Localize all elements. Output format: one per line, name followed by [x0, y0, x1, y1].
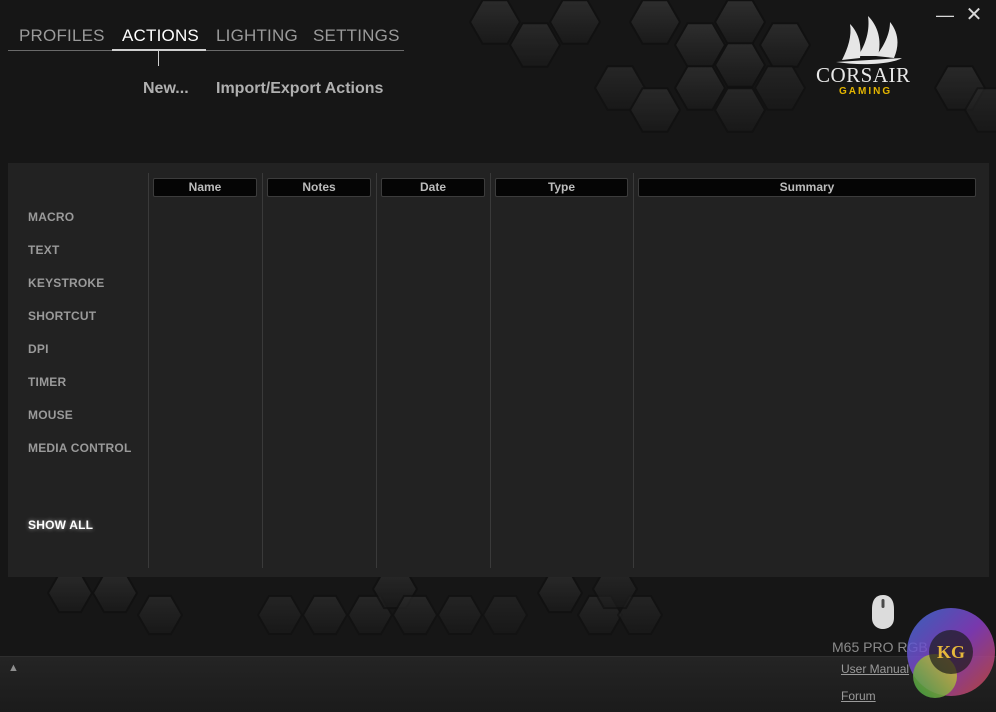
- active-tab-pointer: [158, 51, 159, 66]
- hexagon-decoration: [713, 87, 767, 133]
- column-divider: [633, 173, 634, 568]
- column-header-name[interactable]: Name: [153, 178, 257, 197]
- hexagon-decoration: [508, 22, 562, 68]
- hexagon-decoration: [436, 594, 484, 636]
- column-divider: [376, 173, 377, 568]
- brand-subtitle: GAMING: [839, 86, 893, 97]
- category-keystroke[interactable]: KEYSTROKE: [28, 276, 104, 290]
- minimize-button[interactable]: —: [934, 4, 956, 26]
- actions-panel: MACRO TEXT KEYSTROKE SHORTCUT DPI TIMER …: [8, 163, 989, 577]
- hexagon-decoration: [481, 594, 529, 636]
- hexagon-decoration: [91, 575, 139, 614]
- active-tab-underline: [112, 49, 206, 51]
- brand-name: CORSAIR: [816, 63, 911, 87]
- import-export-actions-button[interactable]: Import/Export Actions: [216, 80, 383, 98]
- hexagon-decoration: [628, 0, 682, 45]
- category-mouse[interactable]: MOUSE: [28, 408, 73, 422]
- new-action-button[interactable]: New...: [143, 80, 189, 98]
- tab-lighting[interactable]: LIGHTING: [216, 26, 298, 46]
- close-button[interactable]: ✕: [963, 4, 985, 26]
- hexagon-decoration: [46, 575, 94, 614]
- hexagon-decoration: [548, 0, 602, 45]
- tab-actions[interactable]: ACTIONS: [122, 26, 199, 46]
- tab-profiles[interactable]: PROFILES: [19, 26, 105, 46]
- hexagon-decoration: [468, 0, 522, 45]
- main-tab-bar: PROFILES ACTIONS LIGHTING SETTINGS: [8, 24, 404, 51]
- kg-badge-icon: KG: [907, 608, 995, 698]
- hexagon-decoration: [753, 65, 807, 111]
- category-timer[interactable]: TIMER: [28, 375, 66, 389]
- hexagon-decoration: [256, 594, 304, 636]
- hexagon-decoration: [673, 65, 727, 111]
- column-divider: [262, 173, 263, 568]
- category-shortcut[interactable]: SHORTCUT: [28, 309, 96, 323]
- category-macro[interactable]: MACRO: [28, 210, 74, 224]
- category-dpi[interactable]: DPI: [28, 342, 49, 356]
- column-header-date[interactable]: Date: [381, 178, 485, 197]
- triangle-up-icon[interactable]: ▲: [8, 662, 19, 674]
- forum-link[interactable]: Forum: [841, 689, 876, 703]
- column-divider: [148, 173, 149, 568]
- column-header-type[interactable]: Type: [495, 178, 628, 197]
- column-divider: [490, 173, 491, 568]
- hexagon-decoration: [536, 575, 584, 614]
- kg-badge-text: KG: [937, 642, 965, 662]
- show-all-button[interactable]: SHOW ALL: [28, 518, 93, 532]
- category-media-control[interactable]: MEDIA CONTROL: [28, 441, 131, 455]
- column-header-summary[interactable]: Summary: [638, 178, 976, 197]
- hexagon-decoration: [391, 594, 439, 636]
- column-header-notes[interactable]: Notes: [267, 178, 371, 197]
- hexagon-decoration: [301, 594, 349, 636]
- hexagon-decoration: [758, 22, 812, 68]
- category-text[interactable]: TEXT: [28, 243, 59, 257]
- hexagon-decoration: [713, 0, 767, 45]
- tab-settings[interactable]: SETTINGS: [313, 26, 400, 46]
- hexagon-decoration: [136, 594, 184, 636]
